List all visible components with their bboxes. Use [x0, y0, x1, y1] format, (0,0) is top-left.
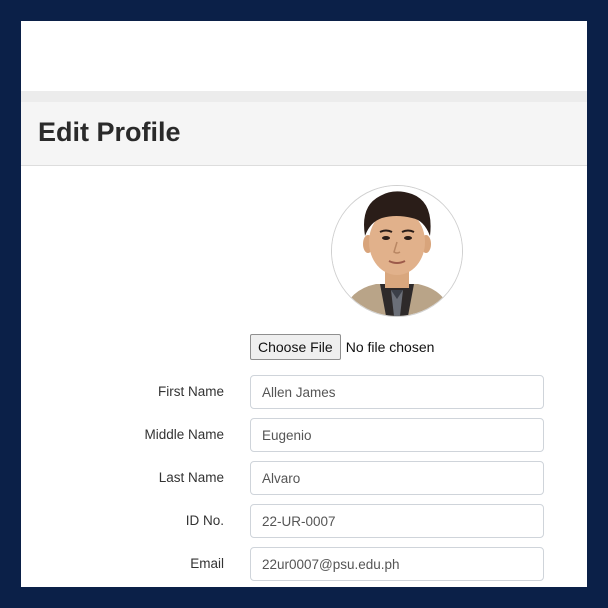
- first-name-label: First Name: [157, 384, 224, 399]
- form-row-email: Email: [21, 547, 587, 581]
- page-title: Edit Profile: [38, 117, 181, 147]
- file-upload: Choose File No file chosen: [250, 334, 434, 360]
- choose-file-button[interactable]: Choose File: [250, 334, 341, 360]
- last-name-label: Last Name: [158, 470, 224, 485]
- form-row-middle-name: Middle Name: [21, 418, 587, 452]
- page-header: Edit Profile: [21, 102, 587, 166]
- middle-name-label: Middle Name: [144, 427, 224, 442]
- id-no-label: ID No.: [185, 513, 224, 528]
- top-bar: [21, 21, 587, 91]
- file-status-text: No file chosen: [345, 339, 435, 355]
- form-row-first-name: First Name: [21, 375, 587, 409]
- id-no-field[interactable]: [250, 504, 544, 538]
- last-name-field[interactable]: [250, 461, 544, 495]
- profile-photo: [332, 186, 462, 316]
- first-name-field[interactable]: [250, 375, 544, 409]
- email-label: Email: [190, 556, 224, 571]
- app-window: Edit Profile Choose File No file chosen …: [21, 21, 587, 587]
- middle-name-field[interactable]: [250, 418, 544, 452]
- avatar: [331, 185, 463, 317]
- divider-band: [21, 91, 587, 102]
- email-field[interactable]: [250, 547, 544, 581]
- form-row-id-no: ID No.: [21, 504, 587, 538]
- form-row-last-name: Last Name: [21, 461, 587, 495]
